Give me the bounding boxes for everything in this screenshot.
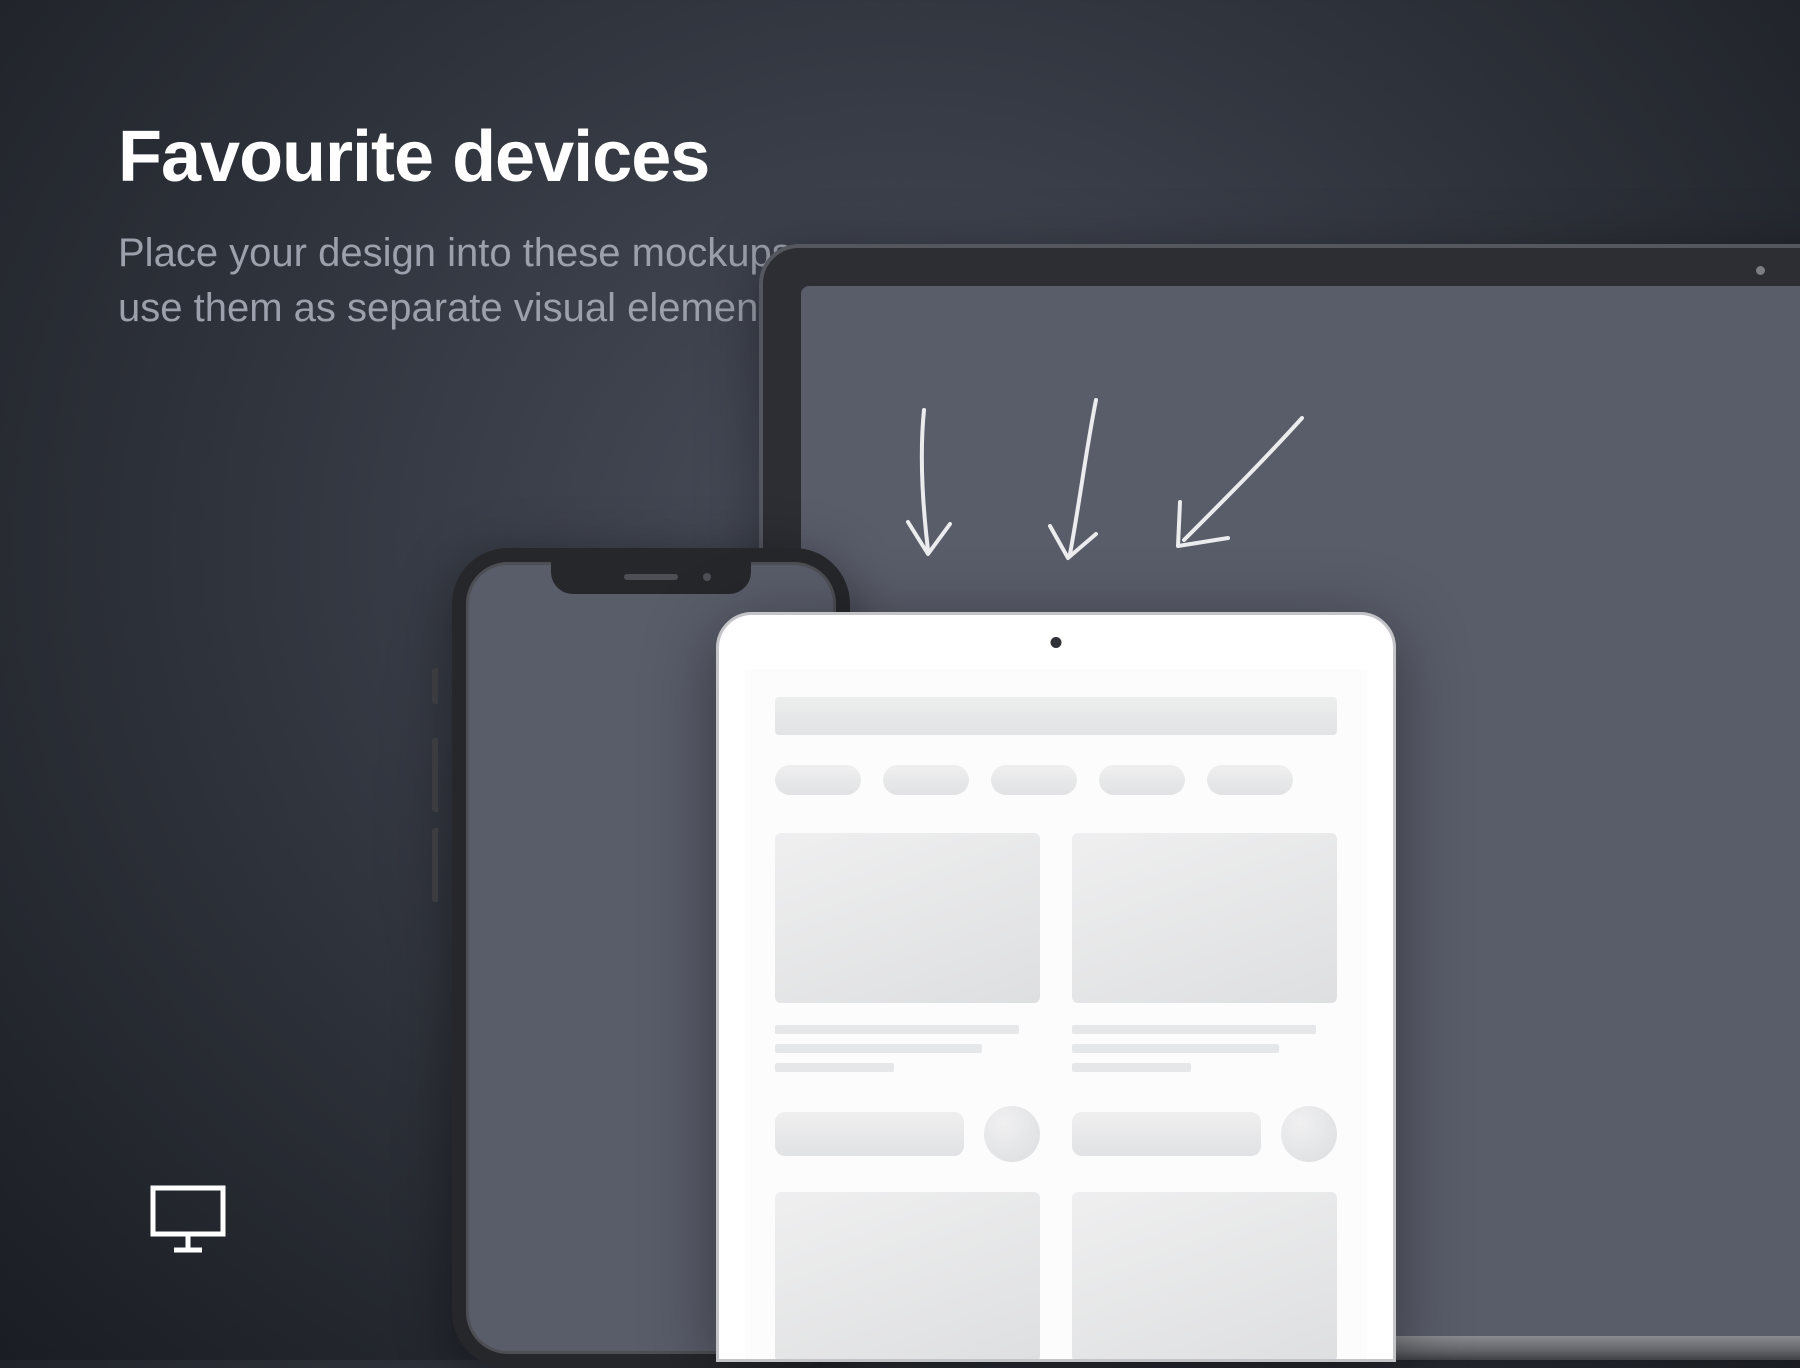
phone-notch (551, 560, 751, 594)
laptop-camera-icon (1756, 266, 1765, 275)
tablet-mockup (716, 612, 1396, 1362)
page-title: Favourite devices (118, 116, 709, 198)
monitor-icon (150, 1185, 226, 1260)
tablet-camera-icon (1051, 637, 1062, 648)
tablet-wireframe (745, 669, 1367, 1359)
